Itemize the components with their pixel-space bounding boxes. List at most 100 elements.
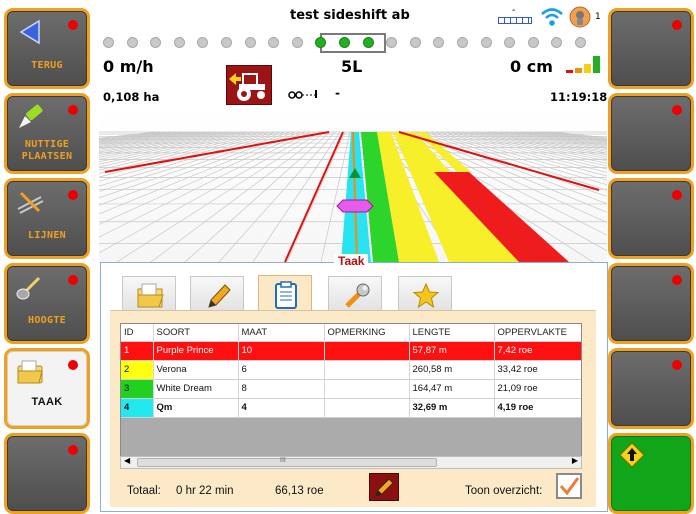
folder-open-icon: [137, 283, 164, 308]
horizontal-scrollbar[interactable]: ◀ III ▶: [120, 456, 582, 469]
column-header[interactable]: ID: [121, 324, 154, 342]
lightbar-dot: [126, 37, 138, 48]
signal-bars-icon: [498, 17, 532, 24]
lightbar-dot: [504, 37, 516, 48]
alert-dot: [68, 20, 78, 30]
tractor-button[interactable]: [226, 65, 272, 105]
right-button-2[interactable]: [608, 93, 694, 174]
total-area: 66,13 roe: [275, 485, 324, 497]
table-row[interactable]: 4 Qm 4 32,69 m 4,19 roe: [121, 398, 581, 418]
row-lengte: 164,47 m: [409, 379, 495, 399]
lightbar-dot: [386, 37, 398, 48]
column-header[interactable]: OPMERKING: [324, 324, 410, 342]
lightbar-dot: [409, 37, 421, 48]
signal-indicator: -: [498, 5, 532, 25]
tab-edit[interactable]: [190, 276, 244, 312]
overview-checkbox[interactable]: [556, 473, 582, 499]
back-arrow-icon: [19, 19, 40, 45]
button-label: HOOGTE: [28, 315, 66, 326]
column-header[interactable]: LENGTE: [409, 324, 495, 342]
lightbar-dot: [291, 37, 303, 48]
row-maat: 8: [238, 379, 325, 399]
button-label: NUTTIGE PLAATSEN: [21, 139, 73, 162]
offset-bars-icon: [566, 56, 600, 73]
tab-open[interactable]: [122, 276, 176, 312]
up-button[interactable]: [608, 433, 694, 514]
lightbar-dot: [197, 37, 209, 48]
lightbar-dot: [527, 37, 539, 48]
panel-title: Taak: [334, 254, 369, 268]
row-opmerking: [324, 341, 410, 361]
task-table-area: ID SOORT MAAT OPMERKING LENGTE OPPERVLAK…: [110, 310, 596, 507]
speed-readout: 0 m/h: [103, 57, 154, 76]
lightbar-dot: [268, 37, 280, 48]
table-header-row: ID SOORT MAAT OPMERKING LENGTE OPPERVLAK…: [121, 324, 581, 342]
shovel-icon: [16, 276, 41, 300]
lightbar-dot: [362, 37, 374, 48]
overview-label: Toon overzicht:: [465, 485, 543, 497]
implement-value: -: [335, 86, 340, 100]
task-button[interactable]: TAAK: [4, 348, 90, 429]
column-header[interactable]: SOORT: [153, 324, 239, 342]
back-button[interactable]: TERUG: [4, 8, 90, 89]
row-oppervlakte: 7,42 roe: [494, 341, 581, 361]
scrollbar-thumb[interactable]: III: [137, 457, 437, 467]
satellite-count: 1: [595, 12, 601, 22]
row-opmerking: [324, 398, 410, 418]
checkmark-icon: [559, 477, 580, 496]
row-oppervlakte: 21,09 roe: [494, 379, 581, 399]
row-soort: Verona: [153, 360, 239, 380]
lightbar-dot: [244, 37, 256, 48]
offset-readout: 0 cm: [510, 57, 553, 76]
implement-marker: [336, 199, 374, 213]
button-label: LIJNEN: [28, 230, 66, 241]
height-button[interactable]: HOOGTE: [4, 263, 90, 344]
scroll-left-icon[interactable]: ◀: [124, 456, 130, 465]
row-soort: Qm: [153, 398, 239, 418]
button-label: TERUG: [31, 60, 63, 71]
lightbar-dot: [103, 37, 114, 48]
right-button-3[interactable]: [608, 178, 694, 259]
total-time: 0 hr 22 min: [176, 485, 234, 497]
button-label: TAAK: [31, 396, 63, 408]
tab-favorites[interactable]: [398, 276, 452, 312]
table-row[interactable]: 1 Purple Prince 10 57,87 m 7,42 roe: [121, 341, 581, 361]
right-button-1[interactable]: [608, 8, 694, 89]
right-button-4[interactable]: [608, 263, 694, 344]
pencil-icon: [375, 478, 394, 497]
row-id: 2: [121, 360, 154, 380]
row-opmerking: [324, 379, 410, 399]
page-title: test sideshift ab: [290, 8, 410, 23]
alert-dot: [672, 190, 682, 200]
column-header[interactable]: MAAT: [238, 324, 325, 342]
column-header[interactable]: OPPERVLAKTE: [494, 324, 581, 342]
lightbar-dot: [173, 37, 185, 48]
row-maat: 6: [238, 360, 325, 380]
row-id: 1: [121, 341, 154, 361]
row-oppervlakte: 33,42 roe: [494, 360, 581, 380]
line-name: 5L: [341, 57, 363, 76]
wifi-icon: [541, 8, 563, 26]
table-row[interactable]: 2 Verona 6 260,58 m 33,42 roe: [121, 360, 581, 380]
field-view: [99, 110, 607, 262]
lines-icon: [17, 191, 44, 214]
row-lengte: 57,87 m: [409, 341, 495, 361]
table-row[interactable]: 3 White Dream 8 164,47 m 21,09 roe: [121, 379, 581, 399]
task-table: ID SOORT MAAT OPMERKING LENGTE OPPERVLAK…: [120, 323, 582, 461]
alert-dot: [68, 275, 78, 285]
empty-left-button[interactable]: [4, 433, 90, 514]
edit-button[interactable]: [369, 473, 399, 501]
lines-button[interactable]: LIJNEN: [4, 178, 90, 259]
gps-signal-text: -: [512, 5, 516, 16]
useful-places-button[interactable]: NUTTIGE PLAATSEN: [4, 93, 90, 174]
total-label: Totaal:: [127, 485, 161, 497]
right-button-5[interactable]: [608, 348, 694, 429]
row-maat: 10: [238, 341, 325, 361]
scroll-right-icon[interactable]: ▶: [572, 456, 578, 465]
tab-clipboard[interactable]: [258, 275, 312, 313]
row-soort: White Dream: [153, 379, 239, 399]
lightbar-dot: [457, 37, 468, 48]
tab-settings[interactable]: [328, 276, 382, 312]
area-readout: 0,108 ha: [103, 90, 160, 104]
alert-dot: [672, 275, 682, 285]
